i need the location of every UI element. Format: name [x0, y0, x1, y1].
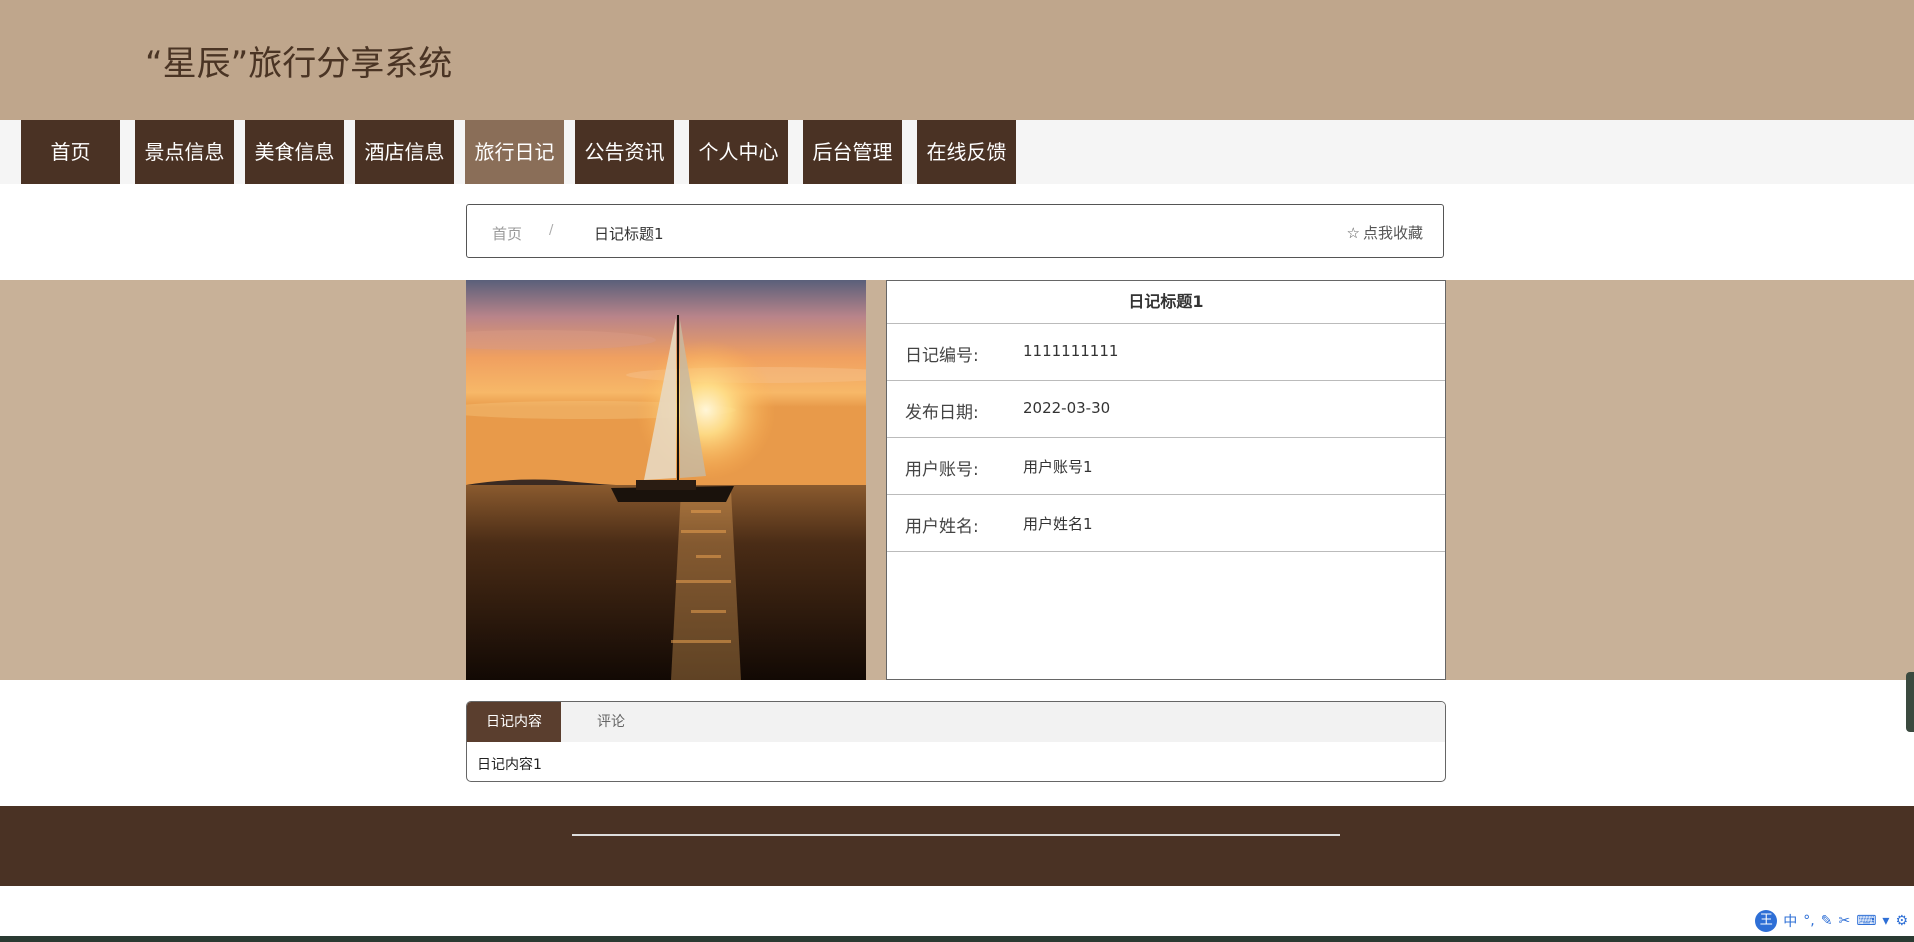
pen-icon[interactable]: ✎ — [1821, 913, 1833, 929]
footer-divider — [572, 834, 1340, 836]
tab-bar: 日记内容 评论 — [467, 702, 1445, 742]
info-row-diary-id: 日记编号: 1111111111 — [887, 324, 1445, 381]
user-name-value: 用户姓名1 — [1023, 515, 1093, 533]
diary-id-label: 日记编号: — [905, 346, 979, 366]
info-row-user-name: 用户姓名: 用户姓名1 — [887, 495, 1445, 552]
nav-item-hotels[interactable]: 酒店信息 — [355, 120, 454, 184]
nav-item-feedback[interactable]: 在线反馈 — [917, 120, 1016, 184]
main-nav: 首页 景点信息 美食信息 酒店信息 旅行日记 公告资讯 个人中心 后台管理 在线… — [0, 120, 1914, 184]
ime-mode-toggle[interactable]: 中 — [1783, 911, 1797, 931]
star-outline-icon: ☆ — [1346, 224, 1360, 242]
site-footer — [0, 806, 1914, 886]
diary-content-text: 日记内容1 — [477, 757, 542, 773]
favorite-label: 点我收藏 — [1362, 224, 1423, 242]
nav-item-admin[interactable]: 后台管理 — [803, 120, 902, 184]
user-name-label: 用户姓名: — [905, 517, 979, 537]
keyboard-icon[interactable]: ⌨ — [1856, 913, 1876, 929]
publish-date-value: 2022-03-30 — [1023, 399, 1111, 417]
nav-item-home[interactable]: 首页 — [21, 120, 120, 184]
skin-icon[interactable]: ▾ — [1882, 913, 1889, 929]
nav-item-announcements[interactable]: 公告资讯 — [575, 120, 674, 184]
content-tabs: 日记内容 评论 日记内容1 — [466, 701, 1446, 782]
user-account-label: 用户账号: — [905, 460, 979, 480]
sailboat-sunset-image — [466, 280, 866, 680]
breadcrumb: 首页 / 日记标题1 ☆ 点我收藏 — [466, 204, 1444, 258]
side-drawer-handle[interactable] — [1906, 672, 1914, 732]
nav-item-travel-diary[interactable]: 旅行日记 — [465, 120, 564, 184]
tab-diary-content[interactable]: 日记内容 — [467, 702, 561, 742]
info-row-user-account: 用户账号: 用户账号1 — [887, 438, 1445, 495]
publish-date-label: 发布日期: — [905, 403, 979, 423]
user-account-value: 用户账号1 — [1023, 458, 1093, 476]
site-header: “星辰”旅行分享系统 — [0, 0, 1914, 120]
nav-item-attractions[interactable]: 景点信息 — [135, 120, 234, 184]
taskbar — [0, 936, 1914, 942]
breadcrumb-home-link[interactable]: 首页 — [492, 223, 522, 244]
breadcrumb-separator: / — [549, 223, 554, 238]
scissors-icon[interactable]: ✂ — [1838, 913, 1850, 929]
diary-title: 日记标题1 — [887, 281, 1445, 324]
breadcrumb-current: 日记标题1 — [594, 225, 664, 243]
ime-toolbar: 王 中 °, ✎ ✂ ⌨ ▾ ⚙ — [1755, 910, 1908, 932]
nav-item-personal-center[interactable]: 个人中心 — [689, 120, 788, 184]
diary-cover-image — [466, 280, 866, 680]
favorite-button[interactable]: ☆ 点我收藏 — [1347, 222, 1423, 243]
diary-id-value: 1111111111 — [1023, 342, 1119, 360]
diary-detail-panel: 日记标题1 日记编号: 1111111111 发布日期: 2022-03-30 … — [886, 280, 1446, 680]
info-row-publish-date: 发布日期: 2022-03-30 — [887, 381, 1445, 438]
site-title: “星辰”旅行分享系统 — [145, 44, 453, 84]
ime-logo-icon[interactable]: 王 — [1755, 910, 1778, 932]
settings-gear-icon[interactable]: ⚙ — [1895, 913, 1908, 929]
tab-comments[interactable]: 评论 — [561, 702, 661, 742]
nav-item-food[interactable]: 美食信息 — [245, 120, 344, 184]
punctuation-icon[interactable]: °, — [1803, 913, 1814, 929]
